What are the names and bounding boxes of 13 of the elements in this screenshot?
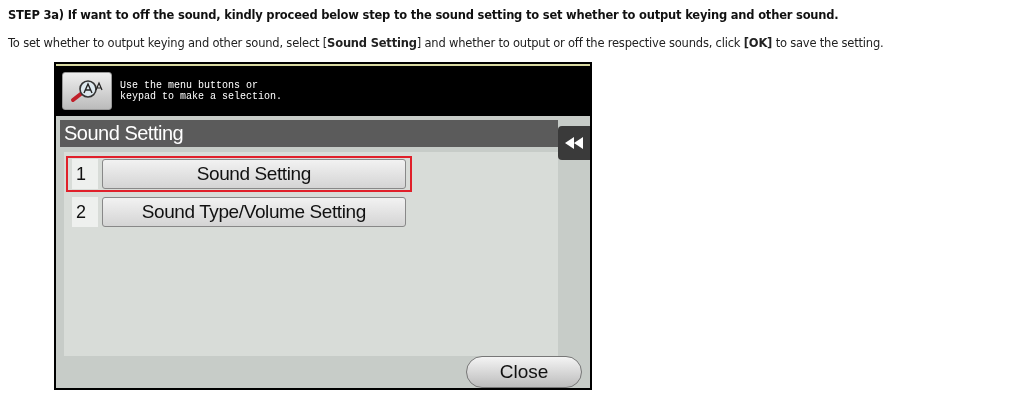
menu-number: 1 bbox=[72, 159, 98, 189]
back-button[interactable] bbox=[558, 126, 590, 160]
screen-title: Sound Setting bbox=[60, 120, 558, 147]
magnifier-icon bbox=[69, 78, 105, 104]
menu-button[interactable]: Sound Type/Volume Setting bbox=[101, 197, 406, 227]
menu-button[interactable]: Sound Setting bbox=[101, 159, 406, 189]
step-heading: STEP 3a) If want to off the sound, kindly proceed below step to the sound setting to set whether to output keying and other sound. bbox=[8, 8, 840, 22]
close-button[interactable]: Close bbox=[466, 356, 582, 388]
instruction-text: To set whether to output keying and other sound, select [Sound Setting] and whether to output or off the respective sounds, click [OK] to save the setting. bbox=[8, 36, 885, 50]
menu-number: 2 bbox=[72, 197, 98, 227]
double-left-arrow-icon bbox=[565, 137, 583, 149]
message-text: Use the menu buttons or keypad to make a selection. bbox=[120, 80, 283, 102]
accessibility-button[interactable] bbox=[62, 72, 112, 110]
